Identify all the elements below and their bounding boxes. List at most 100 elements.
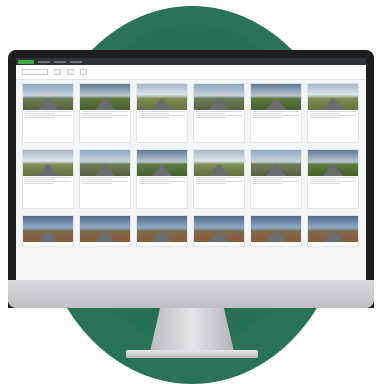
- event-detail-line: [82, 181, 128, 182]
- event-title-line: [25, 111, 71, 112]
- event-detail-line: [25, 117, 55, 118]
- event-sub-line: [25, 113, 55, 114]
- event-card[interactable]: [307, 215, 359, 247]
- event-detail-line: [139, 183, 169, 184]
- event-card[interactable]: [22, 215, 74, 247]
- event-sub-line: [310, 179, 340, 180]
- event-title-line: [139, 111, 185, 112]
- event-title-line: [25, 177, 71, 178]
- event-card[interactable]: [79, 215, 131, 247]
- event-detail-line: [82, 115, 128, 116]
- event-detail-line: [196, 117, 226, 118]
- event-thumbnail: [23, 216, 73, 242]
- event-title-line: [139, 177, 185, 178]
- event-title-line: [310, 177, 356, 178]
- filter-dropdown[interactable]: [22, 69, 48, 75]
- nav-item[interactable]: [70, 60, 82, 63]
- event-title-line: [253, 177, 299, 178]
- event-detail-line: [139, 115, 185, 116]
- event-card[interactable]: [250, 83, 302, 143]
- event-detail-line: [196, 181, 242, 182]
- event-card[interactable]: [193, 215, 245, 247]
- event-detail-line: [25, 115, 71, 116]
- event-grid: [22, 83, 362, 247]
- event-detail-line: [310, 183, 340, 184]
- event-title-line: [196, 177, 242, 178]
- event-detail-line: [139, 117, 169, 118]
- monitor-stand: [150, 308, 234, 352]
- app-topbar: [16, 58, 366, 65]
- event-detail-line: [82, 183, 112, 184]
- event-card[interactable]: [136, 215, 188, 247]
- event-detail-line: [253, 115, 299, 116]
- event-thumbnail: [251, 150, 301, 176]
- event-sub-line: [82, 179, 112, 180]
- event-card[interactable]: [79, 83, 131, 143]
- event-card[interactable]: [250, 215, 302, 247]
- event-thumbnail: [308, 216, 358, 242]
- event-card[interactable]: [193, 83, 245, 143]
- event-detail-line: [310, 117, 340, 118]
- event-thumbnail: [194, 216, 244, 242]
- event-thumbnail: [251, 84, 301, 110]
- event-sub-line: [196, 179, 226, 180]
- event-thumbnail: [137, 216, 187, 242]
- nav-item[interactable]: [38, 60, 50, 63]
- event-thumbnail: [251, 216, 301, 242]
- event-thumbnail: [308, 150, 358, 176]
- event-detail-line: [196, 183, 226, 184]
- event-thumbnail: [80, 84, 130, 110]
- event-thumbnail: [137, 84, 187, 110]
- event-sub-line: [196, 113, 226, 114]
- event-card[interactable]: [307, 149, 359, 209]
- event-title-line: [196, 111, 242, 112]
- event-sub-line: [139, 113, 169, 114]
- event-detail-line: [253, 183, 283, 184]
- event-sub-line: [253, 113, 283, 114]
- event-title-line: [82, 177, 128, 178]
- event-card[interactable]: [193, 149, 245, 209]
- event-detail-line: [82, 117, 112, 118]
- event-thumbnail: [308, 84, 358, 110]
- event-detail-line: [253, 181, 299, 182]
- sort-button[interactable]: [67, 69, 74, 75]
- event-detail-line: [25, 181, 71, 182]
- event-sub-line: [310, 113, 340, 114]
- monitor-screen: [16, 58, 366, 294]
- monitor: [8, 50, 374, 308]
- monitor-chin: [8, 280, 374, 308]
- monitor-stand-base: [126, 350, 258, 358]
- event-card[interactable]: [22, 83, 74, 143]
- event-card[interactable]: [22, 149, 74, 209]
- event-detail-line: [196, 115, 242, 116]
- event-sub-line: [82, 113, 112, 114]
- event-detail-line: [139, 181, 185, 182]
- event-title-line: [310, 111, 356, 112]
- event-sub-line: [253, 179, 283, 180]
- event-thumbnail: [23, 84, 73, 110]
- event-thumbnail: [137, 150, 187, 176]
- brand-logo[interactable]: [18, 59, 34, 64]
- event-thumbnail: [194, 84, 244, 110]
- view-toggle-button[interactable]: [80, 69, 87, 75]
- event-card[interactable]: [250, 149, 302, 209]
- filter-toolbar: [16, 65, 366, 80]
- event-card[interactable]: [307, 83, 359, 143]
- nav-item[interactable]: [54, 60, 66, 63]
- filter-button[interactable]: [54, 69, 61, 75]
- event-sub-line: [139, 179, 169, 180]
- event-sub-line: [25, 179, 55, 180]
- event-detail-line: [253, 117, 283, 118]
- event-card[interactable]: [79, 149, 131, 209]
- event-title-line: [82, 111, 128, 112]
- event-card[interactable]: [136, 149, 188, 209]
- event-title-line: [253, 111, 299, 112]
- event-detail-line: [25, 183, 55, 184]
- event-thumbnail: [194, 150, 244, 176]
- event-thumbnail: [80, 216, 130, 242]
- event-card[interactable]: [136, 83, 188, 143]
- event-thumbnail: [23, 150, 73, 176]
- product-illustration: [0, 0, 384, 384]
- event-thumbnail: [80, 150, 130, 176]
- event-detail-line: [310, 115, 356, 116]
